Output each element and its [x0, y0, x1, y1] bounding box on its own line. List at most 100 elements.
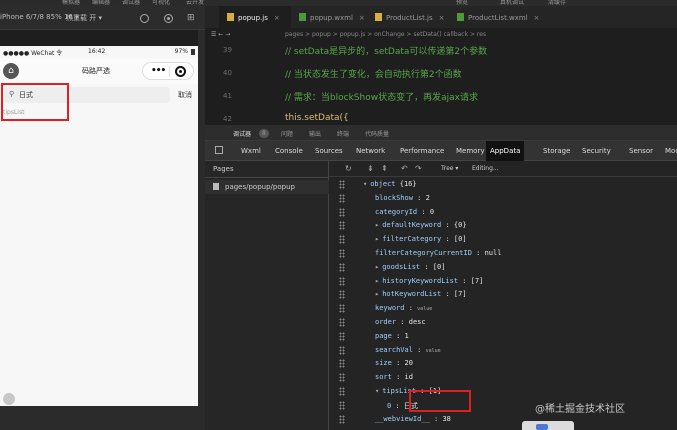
panel-divider[interactable]	[198, 30, 205, 430]
expand-arrow-icon[interactable]: ▾	[363, 180, 367, 188]
drag-handle-icon[interactable]	[339, 193, 345, 203]
drag-handle-icon[interactable]	[339, 387, 345, 396]
tree-row[interactable]: ▸ filterCategory : [0]	[329, 233, 677, 247]
editor-tab[interactable]: popup.js ×	[219, 6, 291, 28]
tree-value[interactable]: [7]	[454, 290, 467, 298]
tree-value[interactable]: value	[417, 306, 432, 312]
close-icon[interactable]: ×	[534, 14, 540, 22]
expand-arrow-icon[interactable]: ▸	[375, 263, 379, 271]
home-icon[interactable]: ⌂	[3, 63, 19, 79]
drag-handle-icon[interactable]	[339, 290, 345, 300]
code-area[interactable]: 39 // setData是异步的，setData可以传递第2个参数 40 // 当状…	[205, 42, 677, 146]
debugger-tab[interactable]: 调试器	[233, 129, 251, 138]
tree-row[interactable]: categoryId : 0	[329, 206, 677, 220]
tree-value[interactable]: 0	[430, 208, 434, 216]
debugger-tab[interactable]: 问题	[281, 129, 293, 138]
tree-mode-select[interactable]: Tree ▾	[441, 165, 458, 172]
tree-value[interactable]: desc	[409, 318, 426, 326]
panel-tab-wxml[interactable]: Wxml	[241, 147, 261, 155]
tree-row[interactable]: blockShow : 2	[329, 192, 677, 206]
drag-handle-icon[interactable]	[339, 221, 345, 231]
panel-tab-network[interactable]: Network	[356, 147, 385, 155]
stop-icon[interactable]	[164, 14, 173, 23]
tree-value[interactable]: {0}	[454, 221, 467, 229]
cancel-button[interactable]: 取消	[178, 90, 192, 100]
drag-handle-icon[interactable]	[339, 304, 345, 314]
editor-tab[interactable]: ProductList.wxml ×	[449, 6, 545, 28]
panel-tab-sensor[interactable]: Sensor	[629, 147, 653, 155]
tree-value[interactable]: id	[405, 373, 413, 381]
settings-gear-icon[interactable]	[3, 393, 15, 405]
panel-tab-appdata[interactable]: AppData	[486, 141, 525, 161]
tree-row[interactable]: ▸ goodsList : [0]	[329, 261, 677, 275]
tree-value[interactable]: {16}	[400, 180, 417, 188]
drag-handle-icon[interactable]	[339, 207, 345, 217]
panel-tab-performance[interactable]: Performance	[400, 147, 444, 155]
tree-value[interactable]: null	[485, 249, 502, 257]
capsule-menu[interactable]: •••	[142, 62, 194, 80]
debugger-tab[interactable]: 代码质量	[365, 129, 389, 138]
tree-value[interactable]: 1	[405, 332, 409, 340]
expand-arrow-icon[interactable]: ▸	[375, 221, 379, 229]
editor-tab[interactable]: ProductList.js ×	[367, 6, 449, 28]
drag-handle-icon[interactable]	[339, 373, 345, 383]
tree-value[interactable]: [0]	[433, 263, 446, 271]
tree-row[interactable]: order : desc	[329, 316, 677, 330]
tree-row[interactable]: keyword : value	[329, 302, 677, 316]
expand-icon[interactable]: ⇟	[367, 164, 374, 173]
redo-icon[interactable]: ↷	[415, 164, 422, 173]
tree-value[interactable]: value	[426, 348, 441, 354]
drag-handle-icon[interactable]	[339, 180, 345, 189]
close-target-icon[interactable]	[175, 66, 186, 77]
panel-tab-sources[interactable]: Sources	[315, 147, 343, 155]
drag-handle-icon[interactable]	[339, 345, 345, 355]
panel-tab-storage[interactable]: Storage	[543, 147, 570, 155]
tree-row[interactable]: ▸ historyKeywordList : [7]	[329, 275, 677, 289]
tree-row[interactable]: size : 20	[329, 357, 677, 371]
tree-row[interactable]: filterCategoryCurrentID : null	[329, 247, 677, 261]
grid-icon[interactable]: ⊞	[187, 13, 195, 23]
tree-value[interactable]: [0]	[454, 235, 467, 243]
hot-reload-toggle[interactable]: 热重载 开 ▾	[66, 13, 102, 23]
nav-arrows-icon[interactable]: ☰ ← →	[211, 31, 230, 38]
panel-tab-memory[interactable]: Memory	[456, 147, 484, 155]
panel-tab-security[interactable]: Security	[582, 147, 611, 155]
tree-value[interactable]: 38	[442, 415, 450, 423]
page-item[interactable]: pages/popup/popup	[205, 180, 329, 194]
debugger-tab[interactable]: 输出	[309, 129, 321, 138]
close-icon[interactable]: ×	[359, 14, 365, 22]
drag-handle-icon[interactable]	[339, 249, 345, 258]
drag-handle-icon[interactable]	[339, 235, 345, 245]
collapse-icon[interactable]: ⇞	[381, 164, 388, 173]
refresh-icon[interactable]: ↻	[345, 164, 352, 173]
tree-row[interactable]: page : 1	[329, 330, 677, 344]
editor-tab[interactable]: popup.wxml ×	[291, 6, 367, 28]
floating-widget[interactable]	[522, 421, 574, 430]
drag-handle-icon[interactable]	[339, 276, 345, 286]
tree-value[interactable]: [7]	[471, 277, 484, 285]
drag-handle-icon[interactable]	[339, 359, 345, 369]
more-icon[interactable]: •••	[151, 66, 166, 76]
drag-handle-icon[interactable]	[339, 400, 345, 410]
debugger-tab[interactable]: 终端	[337, 129, 349, 138]
tree-row[interactable]: ▾ object {16}	[329, 178, 677, 192]
inspect-icon[interactable]	[215, 146, 223, 154]
undo-icon[interactable]: ↶	[401, 164, 408, 173]
drag-handle-icon[interactable]	[339, 262, 345, 272]
tree-row[interactable]: searchVal : value	[329, 344, 677, 358]
tree-row[interactable]: ▾ tipsList : [1]	[329, 385, 677, 399]
expand-arrow-icon[interactable]: ▾	[375, 387, 379, 395]
tree-value[interactable]: 20	[405, 359, 413, 367]
tree-row[interactable]: ▸ hotKeywordList : [7]	[329, 288, 677, 302]
close-icon[interactable]: ×	[439, 14, 445, 22]
tree-value[interactable]: 2	[426, 194, 430, 202]
drag-handle-icon[interactable]	[339, 414, 345, 424]
tree-row[interactable]: sort : id	[329, 371, 677, 385]
tree-row[interactable]: ▸ defaultKeyword : {0}	[329, 219, 677, 233]
record-icon[interactable]	[140, 14, 149, 23]
panel-tab-mock[interactable]: Mock	[665, 147, 677, 155]
expand-arrow-icon[interactable]: ▸	[375, 277, 379, 285]
close-icon[interactable]: ×	[274, 14, 280, 22]
expand-arrow-icon[interactable]: ▸	[375, 235, 379, 243]
drag-handle-icon[interactable]	[339, 318, 345, 327]
